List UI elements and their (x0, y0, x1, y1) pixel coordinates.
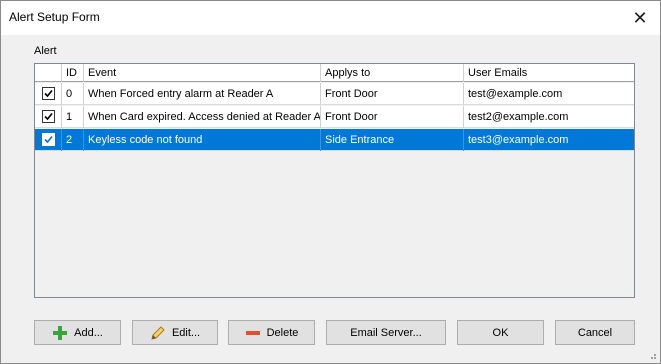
cell-check (35, 83, 62, 105)
title-bar: Alert Setup Form ✕ (1, 1, 660, 35)
edit-button-label: Edit... (171, 326, 201, 339)
cell-check (35, 129, 62, 151)
cell-id: 2 (62, 129, 84, 151)
checkmark-icon (44, 89, 53, 98)
alert-grid[interactable]: ID Event Applys to User Emails 0 When For… (34, 63, 635, 298)
cell-id: 1 (62, 106, 84, 128)
plus-icon (52, 325, 68, 341)
add-button-label: Add... (74, 326, 103, 339)
header-event-column[interactable]: Event (84, 64, 321, 82)
header-applys-to-column[interactable]: Applys to (321, 64, 464, 82)
cell-applys-to: Front Door (321, 83, 464, 105)
checkmark-icon (44, 112, 53, 121)
cell-user-email: test2@example.com (468, 111, 569, 123)
resize-grip-icon[interactable] (647, 350, 657, 360)
email-server-button-label: Email Server... (350, 326, 422, 339)
add-button[interactable]: Add... (34, 320, 121, 345)
cell-applys-to: Front Door (321, 106, 464, 128)
pencil-icon (150, 325, 166, 341)
header-user-emails-column[interactable]: User Emails (464, 64, 634, 82)
close-button[interactable]: ✕ (620, 1, 660, 35)
email-server-button[interactable]: Email Server... (326, 320, 446, 345)
cancel-button[interactable]: Cancel (555, 320, 635, 345)
ok-button[interactable]: OK (457, 320, 544, 345)
table-row[interactable]: 2 Keyless code not found Side Entrance test… (35, 129, 634, 151)
grid-header: ID Event Applys to User Emails (35, 64, 634, 82)
alert-group-label: Alert (34, 45, 57, 57)
row-checkbox[interactable] (42, 110, 55, 123)
cell-event: When Forced entry alarm at Reader A (84, 83, 321, 105)
cell-applys-to: Side Entrance (321, 129, 464, 151)
row-checkbox[interactable] (42, 133, 55, 146)
alert-setup-dialog: Alert Setup Form ✕ Alert ID Event Applys… (0, 0, 661, 364)
window-title: Alert Setup Form (9, 10, 100, 24)
cancel-button-label: Cancel (577, 326, 613, 339)
table-row[interactable]: 0 When Forced entry alarm at Reader A Fron… (35, 83, 634, 105)
ok-button-label: OK (492, 326, 509, 339)
checkmark-icon (44, 135, 53, 144)
minus-icon (245, 325, 261, 341)
cell-user-email: test@example.com (468, 88, 563, 100)
close-icon: ✕ (632, 7, 648, 28)
delete-button-label: Delete (266, 326, 299, 339)
cell-id: 0 (62, 83, 84, 105)
edit-button[interactable]: Edit... (132, 320, 218, 345)
cell-check (35, 106, 62, 128)
cell-event: Keyless code not found (84, 129, 321, 151)
cell-user-email: test3@example.com (468, 134, 569, 146)
table-row[interactable]: 1 When Card expired. Access denied at Rea… (35, 106, 634, 128)
header-id-column[interactable]: ID (62, 64, 84, 82)
header-check-column[interactable] (35, 64, 62, 82)
row-checkbox[interactable] (42, 87, 55, 100)
delete-button[interactable]: Delete (228, 320, 315, 345)
cell-event: When Card expired. Access denied at Read… (84, 106, 321, 128)
